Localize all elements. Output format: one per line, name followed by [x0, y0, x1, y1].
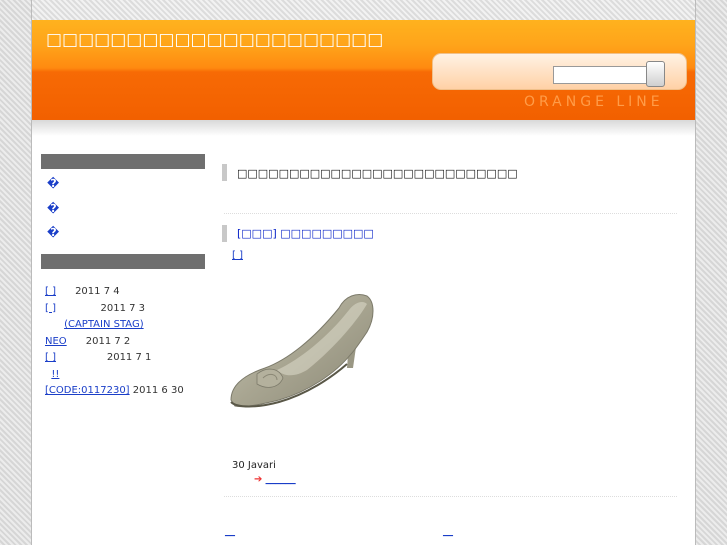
sidebar-link[interactable]: �	[47, 177, 59, 190]
recent-post-link[interactable]: [CODE:0117230]	[45, 385, 130, 396]
notice-text: □□□□□□□□□□□□□□□□□□□□□□□□□□□	[237, 167, 518, 180]
next-page-link[interactable]: __	[443, 526, 453, 537]
search-button[interactable]	[646, 61, 665, 87]
recent-post-date: 2011 7 1	[106, 352, 152, 363]
page: □□□□□□□□□□□□□□□□□□□□□ ORANGE LINE � � � …	[31, 0, 696, 545]
sidebar-heading-1	[41, 154, 205, 169]
shoe-image	[230, 294, 374, 408]
recent-post-date: 2011 6 30	[132, 385, 184, 396]
notice-bar	[222, 164, 227, 181]
post-body: 30 Javari	[232, 460, 276, 471]
post-category-link[interactable]: [ ]	[232, 250, 243, 261]
recent-post-link[interactable]: [ ]	[45, 303, 56, 314]
recent-post-date: 2011 7 3	[100, 302, 146, 314]
recent-post-link[interactable]: [ ]	[45, 352, 56, 363]
recent-post-item: [ ] 2011 7 1	[45, 350, 215, 367]
recent-post-item: [CODE:0117230] 2011 6 30	[45, 383, 215, 400]
recent-post-link[interactable]: NEO	[45, 336, 67, 347]
top-pattern	[32, 0, 695, 20]
recent-post-link[interactable]: [ ]	[45, 286, 56, 297]
search-input[interactable]	[553, 66, 647, 84]
post-title-bar	[222, 225, 227, 242]
recent-post-item: [ ] 2011 7 3	[45, 301, 215, 318]
sidebar-link[interactable]: �	[47, 202, 59, 215]
site-header: □□□□□□□□□□□□□□□□□□□□□ ORANGE LINE	[32, 20, 695, 120]
sidebar-heading-2	[41, 254, 205, 269]
read-more-link[interactable]: ______	[266, 474, 296, 485]
site-title[interactable]: □□□□□□□□□□□□□□□□□□□□□	[46, 30, 383, 50]
recent-post-date: 2011 7 4	[75, 286, 120, 297]
recent-post-item: NEO 2011 7 2	[45, 334, 215, 351]
read-more: ➔ ______	[254, 474, 296, 485]
site-tagline: ORANGE LINE	[524, 94, 664, 110]
divider	[224, 496, 677, 497]
recent-post-item: !!	[45, 367, 215, 384]
recent-post-item: (CAPTAIN STAG)	[45, 317, 215, 334]
recent-post-link[interactable]: !!	[51, 369, 59, 380]
divider	[224, 213, 677, 214]
recent-post-link[interactable]: (CAPTAIN STAG)	[64, 319, 144, 330]
arrow-right-icon: ➔	[254, 474, 263, 485]
recent-post-date: 2011 7 2	[85, 335, 131, 347]
sidebar-link[interactable]: �	[47, 226, 59, 239]
recent-posts-list: [ ] 2011 7 4 [ ] 2011 7 3 (CAPTAIN STAG)…	[45, 284, 215, 400]
prev-page-link[interactable]: __	[225, 526, 235, 537]
post-title[interactable]: [□□□] □□□□□□□□□	[237, 227, 374, 240]
recent-post-item: [ ] 2011 7 4	[45, 284, 215, 301]
search-box	[432, 53, 687, 90]
header-shadow	[32, 120, 695, 136]
